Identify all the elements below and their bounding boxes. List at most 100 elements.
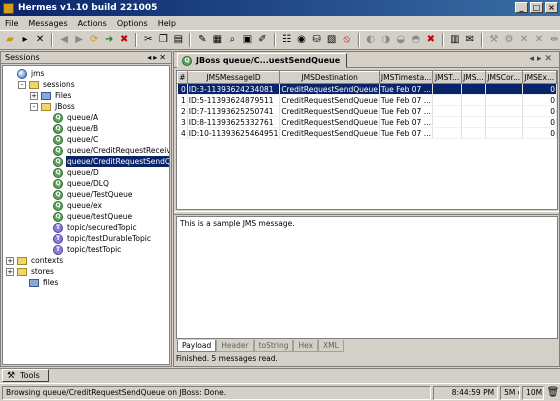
- copy-icon[interactable]: ❐: [157, 33, 169, 47]
- new-doc-icon[interactable]: ▸: [19, 33, 31, 47]
- close3-icon[interactable]: ✕: [533, 33, 545, 47]
- column-header[interactable]: JMSMessageID: [186, 71, 281, 84]
- tree-node[interactable]: Qqueue/B: [42, 123, 99, 134]
- expand-icon[interactable]: +: [6, 267, 14, 276]
- tree-node[interactable]: + stores: [6, 266, 55, 277]
- tab-payload[interactable]: Payload: [177, 340, 217, 352]
- tree-node[interactable]: Ttopic/testDurableTopic: [42, 233, 152, 244]
- chat-icon[interactable]: ✉: [464, 33, 476, 47]
- tree-node[interactable]: + Files: [30, 90, 72, 101]
- tree-node[interactable]: Qqueue/CreditRequestReceiveQue: [42, 145, 170, 156]
- db-icon[interactable]: ⛁: [311, 33, 323, 47]
- tree-node[interactable]: Qqueue/TestQueue: [42, 189, 133, 200]
- tab-tostring[interactable]: toString: [253, 340, 294, 352]
- tool2-icon[interactable]: ⚙: [503, 33, 515, 47]
- expand-icon[interactable]: +: [30, 91, 38, 100]
- column-header[interactable]: JMS...: [460, 71, 486, 84]
- expand-icon[interactable]: +: [6, 256, 14, 265]
- menu-help[interactable]: Help: [153, 19, 181, 28]
- session-tree[interactable]: jms - sessions + Files - JBoss Qqueue/A Qqueue/B…: [2, 65, 170, 365]
- properties-icon[interactable]: ▧: [326, 33, 338, 47]
- paste-icon[interactable]: ▤: [172, 33, 184, 47]
- tree-node[interactable]: Ttopic/securedTopic: [42, 222, 138, 233]
- new-message-icon[interactable]: ✎: [196, 33, 208, 47]
- close-doc-icon[interactable]: ✕: [34, 33, 46, 47]
- collapse-icon[interactable]: -: [30, 102, 38, 111]
- menu-file[interactable]: File: [0, 19, 23, 28]
- cut-icon[interactable]: ✂: [142, 33, 154, 47]
- column-header[interactable]: #: [177, 71, 188, 84]
- table-row[interactable]: 0 ID:3-11393624234081 CreditRequestSendQue…: [177, 83, 557, 95]
- tree-node[interactable]: jms: [6, 68, 45, 79]
- tab-jboss-queue[interactable]: Q JBoss queue/C...uestSendQueue: [177, 53, 348, 68]
- back-icon[interactable]: ◀: [58, 33, 70, 47]
- column-header[interactable]: JMST...: [432, 71, 462, 84]
- columns-icon[interactable]: ▥: [449, 33, 461, 47]
- table-cell: 1: [177, 94, 188, 106]
- column-header[interactable]: JMSEx...: [521, 71, 557, 84]
- queue-icon[interactable]: ◐: [365, 33, 377, 47]
- refresh-icon[interactable]: ⟳: [88, 33, 100, 47]
- tree-node[interactable]: - sessions: [18, 79, 76, 90]
- topic-icon[interactable]: ◉: [296, 33, 308, 47]
- tree-node[interactable]: Ttopic/testTopic: [42, 244, 122, 255]
- save-icon[interactable]: ▣: [241, 33, 253, 47]
- split-divider[interactable]: [174, 211, 559, 215]
- open-folder-icon[interactable]: ▰: [4, 33, 16, 47]
- tree-node[interactable]: Qqueue/DLQ: [42, 178, 110, 189]
- tree-node[interactable]: Qqueue/D: [42, 167, 100, 178]
- split-icon[interactable]: ⇹: [548, 33, 560, 47]
- close-window-button[interactable]: ×: [545, 2, 558, 13]
- menu-options[interactable]: Options: [112, 19, 153, 28]
- table-row[interactable]: 4 ID:10-11393625464951 CreditRequestSendQu…: [177, 127, 557, 139]
- tab-header[interactable]: Header: [216, 340, 254, 352]
- browse-icon[interactable]: ▦: [211, 33, 223, 47]
- hermes-app-icon: [3, 2, 14, 14]
- tab-nav-arrows[interactable]: ◂▸✕: [529, 54, 555, 64]
- queue3-icon[interactable]: ◒: [395, 33, 407, 47]
- table-row[interactable]: 1 ID:5-11393624879511 CreditRequestSendQue…: [177, 94, 557, 106]
- table-row[interactable]: 2 ID:7-11393625250741 CreditRequestSendQue…: [177, 105, 557, 117]
- tree-node-label: queue/CreditRequestReceiveQue: [67, 146, 170, 155]
- tools-tab[interactable]: ⚒ Tools: [2, 369, 49, 382]
- trash-icon[interactable]: 🗑: [546, 386, 560, 400]
- menu-actions[interactable]: Actions: [73, 19, 112, 28]
- column-header[interactable]: JMSDestination: [279, 71, 380, 84]
- tab-xml[interactable]: XML: [318, 340, 344, 352]
- search-icon[interactable]: ⌕: [226, 33, 238, 47]
- panel-controls[interactable]: ◂▸✕: [147, 52, 168, 63]
- tree-node[interactable]: Qqueue/ex: [42, 200, 103, 211]
- stop-icon[interactable]: ⦸: [341, 33, 353, 47]
- tree-node[interactable]: Qqueue/A: [42, 112, 99, 123]
- edit-icon[interactable]: ✐: [256, 33, 268, 47]
- menu-messages[interactable]: Messages: [23, 19, 72, 28]
- tree-node[interactable]: Qqueue/C: [42, 134, 99, 145]
- table-row[interactable]: 3 ID:8-11393625332761 CreditRequestSendQue…: [177, 116, 557, 128]
- minimize-button[interactable]: _: [515, 2, 528, 13]
- tool-icon[interactable]: ⚒: [488, 33, 500, 47]
- tree-node[interactable]: Qqueue/testQueue: [42, 211, 133, 222]
- go-icon[interactable]: ➜: [103, 33, 115, 47]
- queue4-icon[interactable]: ◓: [410, 33, 422, 47]
- collapse-icon[interactable]: -: [18, 80, 26, 89]
- queue-icon: Q: [53, 145, 63, 156]
- column-header[interactable]: JMSTimesta...: [378, 71, 434, 84]
- column-header[interactable]: JMSCor...: [484, 71, 523, 84]
- maximize-button[interactable]: □: [530, 2, 543, 13]
- forward-icon[interactable]: ▶: [73, 33, 85, 47]
- delete-icon[interactable]: ✖: [118, 33, 130, 47]
- tree-icon[interactable]: ☷: [281, 33, 293, 47]
- delete2-icon[interactable]: ✖: [425, 33, 437, 47]
- tab-hex[interactable]: Hex: [293, 340, 319, 352]
- topic-icon: T: [53, 233, 63, 244]
- payload-view[interactable]: This is a sample JMS message.: [176, 216, 558, 339]
- tree-node[interactable]: - JBoss: [30, 101, 76, 112]
- tree-node[interactable]: + contexts: [6, 255, 64, 266]
- queue2-icon[interactable]: ◑: [380, 33, 392, 47]
- tree-node[interactable]: Qqueue/CreditRequestSendQueue: [42, 155, 169, 168]
- close2-icon[interactable]: ✕: [518, 33, 530, 47]
- queue-icon: Q: [53, 200, 63, 211]
- tree-node[interactable]: files: [18, 277, 59, 288]
- tree-node-label: JBoss: [55, 102, 75, 111]
- memory-used: 5M of: [500, 385, 521, 400]
